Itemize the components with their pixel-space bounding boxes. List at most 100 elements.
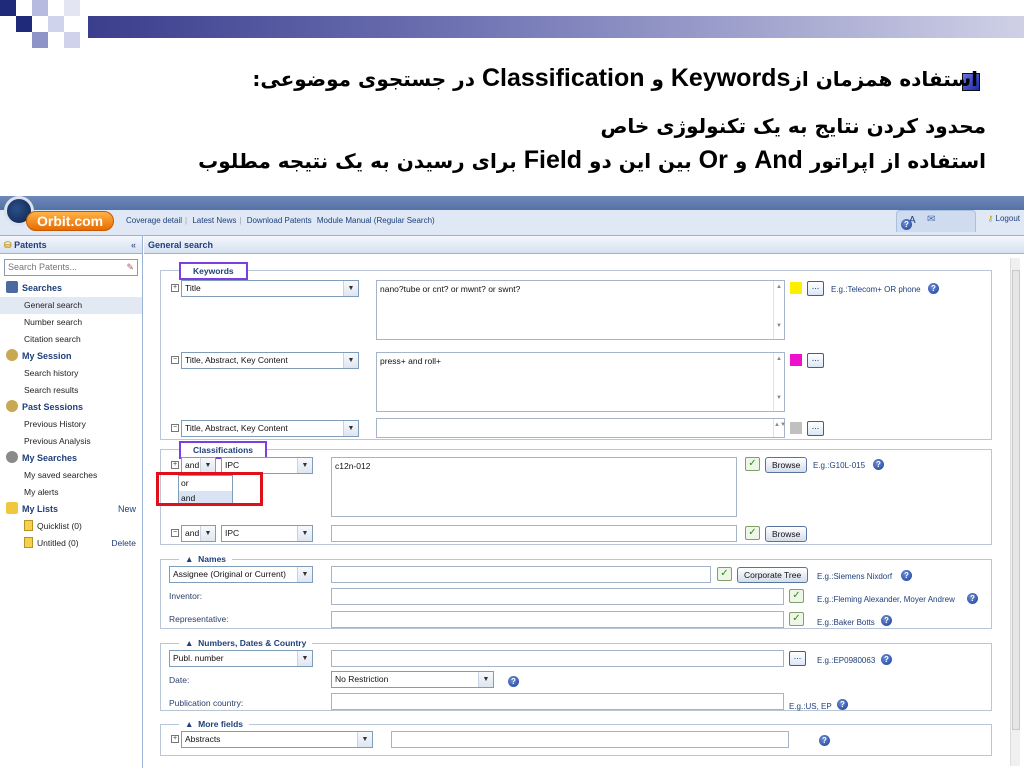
sidebar-item-search-results[interactable]: Search results	[0, 382, 142, 399]
help-icon[interactable]: ?	[901, 570, 912, 581]
help-icon[interactable]: ?	[901, 219, 912, 230]
help-icon[interactable]: ?	[967, 593, 978, 604]
collapse-button[interactable]: «	[131, 236, 136, 254]
assignee-input[interactable]	[331, 566, 711, 583]
key-icon: ⚷	[987, 214, 994, 223]
classification-type-select-2[interactable]: IPC ▼	[221, 525, 313, 542]
sidebar-item-number-search[interactable]: Number search	[0, 314, 142, 331]
sidebar-item-untitled[interactable]: Untitled (0) Delete	[0, 535, 142, 552]
keyword-field-select-3[interactable]: Title, Abstract, Key Content ▼	[181, 420, 359, 437]
slide: استفاده همزمان ازKeywords و Classificati…	[0, 0, 1024, 768]
sidebar-item-saved-searches[interactable]: My saved searches	[0, 467, 142, 484]
help-icon[interactable]: ?	[881, 615, 892, 626]
logout-link[interactable]: Logout	[996, 214, 1020, 223]
validate-check-icon[interactable]: ✓	[789, 612, 804, 626]
help-icon[interactable]: ?	[837, 699, 848, 710]
sidebar-item-search-history[interactable]: Search history	[0, 365, 142, 382]
validate-check-icon[interactable]: ✓	[717, 567, 732, 581]
more-options-button[interactable]: ...	[807, 421, 824, 436]
names-legend: ▲ Names	[179, 553, 233, 566]
sidebar-item-alerts[interactable]: My alerts	[0, 484, 142, 501]
link-coverage[interactable]: Coverage detail	[126, 216, 182, 225]
sidebar-item-previous-analysis[interactable]: Previous Analysis	[0, 433, 142, 450]
more-options-button[interactable]: ...	[789, 651, 806, 666]
country-example: E.g.:US, EP	[789, 702, 832, 711]
validate-check-icon[interactable]: ✓	[745, 457, 760, 471]
color-swatch-yellow[interactable]	[790, 282, 802, 294]
keyword-field-select-2[interactable]: Title, Abstract, Key Content ▼	[181, 352, 359, 369]
help-icon[interactable]: ?	[928, 283, 939, 294]
keyword-text-3[interactable]: ▲▼	[376, 418, 786, 438]
more-options-button[interactable]: ...	[807, 353, 824, 368]
mail-icon[interactable]: ✉	[927, 214, 935, 225]
classification-code-1[interactable]: c12n-012	[331, 457, 737, 517]
triangle-up-icon[interactable]: ▲	[185, 638, 193, 648]
scrollbar[interactable]	[1010, 258, 1020, 766]
chevron-down-icon: ▼	[357, 732, 372, 747]
searches-icon	[6, 281, 18, 293]
keyword-text-2[interactable]: press+ and roll+ ▲ ▼	[376, 352, 785, 412]
help-icon[interactable]: ?	[819, 735, 830, 746]
decor-square	[64, 0, 80, 16]
classification-code-2[interactable]	[331, 525, 737, 542]
classification-operator-select-2[interactable]: and ▼	[181, 525, 216, 542]
number-input[interactable]	[331, 650, 784, 667]
classification-example: E.g.:G10L-015	[813, 461, 866, 470]
number-field-select[interactable]: Publ. number ▼	[169, 650, 313, 667]
country-input[interactable]	[331, 693, 784, 710]
highlight-box	[156, 472, 263, 506]
validate-check-icon[interactable]: ✓	[745, 526, 760, 540]
link-module-manual[interactable]: Module Manual (Regular Search)	[317, 216, 435, 225]
keyword-field-select-1[interactable]: Title ▼	[181, 280, 359, 297]
expand-icon[interactable]: +	[171, 735, 179, 743]
link-latest-news[interactable]: Latest News	[192, 216, 236, 225]
expand-icon[interactable]: +	[171, 284, 179, 292]
color-swatch-magenta[interactable]	[790, 354, 802, 366]
section-my-session[interactable]: My Session	[0, 348, 142, 365]
expand-icon[interactable]: +	[171, 461, 179, 469]
help-icon[interactable]: ?	[508, 676, 519, 687]
names-field-select[interactable]: Assignee (Original or Current) ▼	[169, 566, 313, 583]
triangle-up-icon[interactable]: ▲	[185, 554, 193, 564]
representative-input[interactable]	[331, 611, 784, 628]
more-field-input[interactable]	[391, 731, 789, 748]
collapse-icon[interactable]: −	[171, 529, 179, 537]
date-select[interactable]: No Restriction ▼	[331, 671, 494, 688]
section-my-searches[interactable]: My Searches	[0, 450, 142, 467]
collapse-icon[interactable]: −	[171, 356, 179, 364]
new-list-link[interactable]: New	[118, 501, 136, 518]
corporate-tree-button[interactable]: Corporate Tree	[737, 567, 809, 583]
sidebar-item-quicklist[interactable]: Quicklist (0)	[0, 518, 142, 535]
sidebar-item-general-search[interactable]: General search	[0, 297, 142, 314]
keyword-text-1[interactable]: nano?tube or cnt? or mwnt? or swnt? ▲ ▼	[376, 280, 785, 340]
chevron-down-icon: ▼	[343, 353, 358, 368]
validate-check-icon[interactable]: ✓	[789, 589, 804, 603]
names-fieldset: ▲ Names Assignee (Original or Current) ▼ …	[160, 553, 992, 629]
section-past-sessions[interactable]: Past Sessions	[0, 399, 142, 416]
section-searches[interactable]: Searches	[0, 280, 142, 297]
inventor-input[interactable]	[331, 588, 784, 605]
link-download-patents[interactable]: Download Patents	[247, 216, 312, 225]
search-patents-input[interactable]: Search Patents... ✎	[4, 259, 138, 276]
delete-list-link[interactable]: Delete	[111, 535, 136, 552]
browse-button[interactable]: Browse	[765, 457, 808, 473]
sidebar-item-citation-search[interactable]: Citation search	[0, 331, 142, 348]
help-icon[interactable]: ?	[881, 654, 892, 665]
color-swatch-gray[interactable]	[790, 422, 802, 434]
collapse-icon[interactable]: −	[171, 424, 179, 432]
textarea-scroll[interactable]: ▲▼	[773, 419, 786, 437]
triangle-up-icon[interactable]: ▲	[185, 719, 193, 729]
scrollbar-thumb[interactable]	[1012, 270, 1020, 730]
help-icon[interactable]: ?	[873, 459, 884, 470]
chevron-down-icon: ▼	[297, 458, 312, 473]
browse-button[interactable]: Browse	[765, 526, 808, 542]
textarea-scroll[interactable]: ▲▼	[773, 281, 784, 339]
more-field-select[interactable]: Abstracts ▼	[181, 731, 373, 748]
sidebar-item-previous-history[interactable]: Previous History	[0, 416, 142, 433]
more-options-button[interactable]: ...	[807, 281, 824, 296]
textarea-scroll[interactable]: ▲▼	[773, 353, 784, 411]
chevron-down-icon: ▼	[200, 526, 215, 541]
pencil-icon[interactable]: ✎	[126, 260, 134, 275]
orbit-logo[interactable]: Orbit.com	[2, 196, 114, 234]
section-my-lists[interactable]: My Lists New	[0, 501, 142, 518]
